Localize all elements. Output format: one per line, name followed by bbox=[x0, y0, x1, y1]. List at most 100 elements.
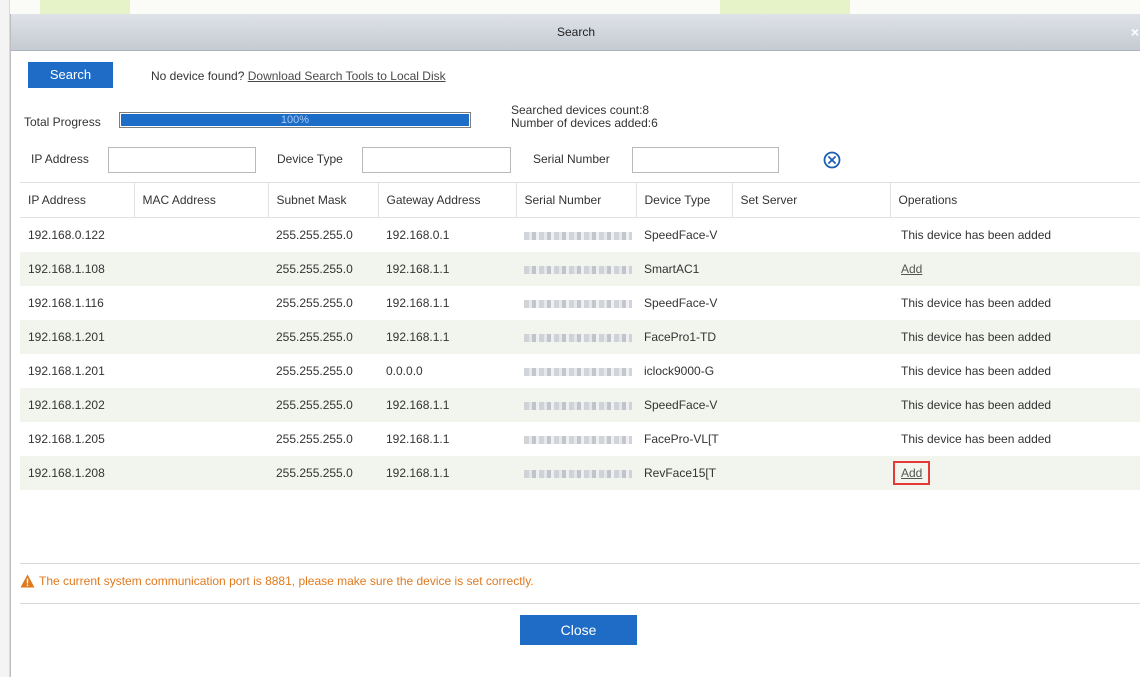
table-row[interactable]: 192.168.1.116 255.255.255.0 192.168.1.1 … bbox=[20, 286, 1140, 320]
device-table: IP Address MAC Address Subnet Mask Gatew… bbox=[20, 182, 1140, 564]
redacted-serial bbox=[524, 367, 632, 376]
gateway-cell: 192.168.1.1 bbox=[378, 388, 516, 422]
total-progress-bar: 100% bbox=[119, 112, 471, 128]
dialog-titlebar: Search × bbox=[11, 14, 1140, 51]
background-strip bbox=[10, 0, 1140, 14]
type-filter-input[interactable] bbox=[362, 147, 511, 173]
column-header[interactable]: Subnet Mask bbox=[268, 183, 379, 218]
mask-cell: 255.255.255.0 bbox=[268, 388, 378, 422]
table-row[interactable]: 192.168.1.201 255.255.255.0 192.168.1.1 … bbox=[20, 320, 1140, 354]
warning-triangle-icon bbox=[20, 574, 35, 588]
column-header[interactable]: Operations bbox=[890, 183, 1140, 218]
server-cell bbox=[732, 320, 890, 354]
table-row[interactable]: 192.168.1.202 255.255.255.0 192.168.1.1 … bbox=[20, 388, 1140, 422]
table-row[interactable]: 192.168.1.108 255.255.255.0 192.168.1.1 … bbox=[20, 252, 1140, 286]
serial-cell bbox=[516, 320, 636, 354]
server-cell bbox=[732, 354, 890, 388]
column-header[interactable]: MAC Address bbox=[134, 183, 269, 218]
operation-status: This device has been added bbox=[890, 217, 1140, 252]
ip-cell: 192.168.1.116 bbox=[20, 286, 134, 320]
gateway-cell: 192.168.1.1 bbox=[378, 456, 516, 490]
mask-cell: 255.255.255.0 bbox=[268, 217, 378, 252]
ip-filter-input[interactable] bbox=[108, 147, 256, 173]
clear-circle-x-icon[interactable] bbox=[823, 151, 841, 169]
add-device-link[interactable]: Add bbox=[901, 262, 922, 276]
operation-cell: Add bbox=[890, 456, 1140, 490]
redacted-serial bbox=[524, 401, 632, 410]
type-cell: iclock9000-G bbox=[636, 354, 732, 388]
highlight-box: Add bbox=[893, 461, 931, 485]
serial-cell bbox=[516, 217, 636, 252]
ip-cell: 192.168.1.205 bbox=[20, 422, 134, 456]
search-dialog: Search × Search No device found? Downloa… bbox=[10, 14, 1140, 677]
background-accent bbox=[720, 0, 850, 14]
serial-filter-input[interactable] bbox=[632, 147, 779, 173]
ip-filter-label: IP Address bbox=[31, 152, 89, 166]
mask-cell: 255.255.255.0 bbox=[268, 252, 378, 286]
add-device-link[interactable]: Add bbox=[901, 466, 922, 480]
redacted-serial bbox=[524, 231, 632, 240]
gateway-cell: 192.168.1.1 bbox=[378, 286, 516, 320]
mask-cell: 255.255.255.0 bbox=[268, 320, 378, 354]
column-header[interactable]: Device Type bbox=[636, 183, 733, 218]
serial-cell bbox=[516, 422, 636, 456]
ip-cell: 192.168.1.208 bbox=[20, 456, 134, 490]
column-header[interactable]: Set Server bbox=[732, 183, 891, 218]
ip-cell: 192.168.1.108 bbox=[20, 252, 134, 286]
close-icon[interactable]: × bbox=[1131, 14, 1139, 50]
gateway-cell: 192.168.0.1 bbox=[378, 217, 516, 252]
mask-cell: 255.255.255.0 bbox=[268, 422, 378, 456]
mac-cell bbox=[134, 354, 268, 388]
operation-status: This device has been added bbox=[890, 320, 1140, 354]
server-cell bbox=[732, 217, 890, 252]
serial-cell bbox=[516, 456, 636, 490]
gateway-cell: 0.0.0.0 bbox=[378, 354, 516, 388]
mac-cell bbox=[134, 217, 268, 252]
table-row[interactable]: 192.168.0.122 255.255.255.0 192.168.0.1 … bbox=[20, 217, 1140, 252]
mac-cell bbox=[134, 422, 268, 456]
table-row[interactable]: 192.168.1.205 255.255.255.0 192.168.1.1 … bbox=[20, 422, 1140, 456]
redacted-serial bbox=[524, 469, 632, 478]
type-cell: FacePro-VL[T bbox=[636, 422, 732, 456]
table-header-row: IP Address MAC Address Subnet Mask Gatew… bbox=[20, 183, 1140, 218]
ip-cell: 192.168.0.122 bbox=[20, 217, 134, 252]
gateway-cell: 192.168.1.1 bbox=[378, 422, 516, 456]
ip-cell: 192.168.1.202 bbox=[20, 388, 134, 422]
download-tools-link[interactable]: Download Search Tools to Local Disk bbox=[248, 69, 446, 83]
column-header[interactable]: Serial Number bbox=[516, 183, 637, 218]
gateway-cell: 192.168.1.1 bbox=[378, 320, 516, 354]
table-row[interactable]: 192.168.1.208 255.255.255.0 192.168.1.1 … bbox=[20, 456, 1140, 490]
table-row[interactable]: 192.168.1.201 255.255.255.0 0.0.0.0 iclo… bbox=[20, 354, 1140, 388]
serial-cell bbox=[516, 252, 636, 286]
background-accent bbox=[40, 0, 130, 14]
redacted-serial bbox=[524, 299, 632, 308]
help-prefix: No device found? bbox=[151, 69, 248, 83]
mac-cell bbox=[134, 388, 268, 422]
type-filter-label: Device Type bbox=[277, 152, 343, 166]
server-cell bbox=[732, 388, 890, 422]
server-cell bbox=[732, 286, 890, 320]
type-cell: SpeedFace-V bbox=[636, 388, 732, 422]
redacted-serial bbox=[524, 435, 632, 444]
server-cell bbox=[732, 422, 890, 456]
search-button[interactable]: Search bbox=[28, 62, 113, 88]
serial-cell bbox=[516, 354, 636, 388]
ip-cell: 192.168.1.201 bbox=[20, 354, 134, 388]
serial-cell bbox=[516, 388, 636, 422]
column-header[interactable]: Gateway Address bbox=[378, 183, 517, 218]
close-button[interactable]: Close bbox=[520, 615, 637, 645]
operation-status: This device has been added bbox=[890, 354, 1140, 388]
mask-cell: 255.255.255.0 bbox=[268, 286, 378, 320]
dialog-title: Search bbox=[556, 25, 596, 39]
type-cell: SmartAC1 bbox=[636, 252, 732, 286]
type-cell: SpeedFace-V bbox=[636, 217, 732, 252]
server-cell bbox=[732, 252, 890, 286]
column-header[interactable]: IP Address bbox=[20, 183, 135, 218]
serial-cell bbox=[516, 286, 636, 320]
serial-filter-label: Serial Number bbox=[533, 152, 610, 166]
port-warning: The current system communication port is… bbox=[39, 574, 534, 588]
mac-cell bbox=[134, 320, 268, 354]
help-text: No device found? Download Search Tools t… bbox=[151, 69, 446, 83]
mask-cell: 255.255.255.0 bbox=[268, 354, 378, 388]
redacted-serial bbox=[524, 333, 632, 342]
